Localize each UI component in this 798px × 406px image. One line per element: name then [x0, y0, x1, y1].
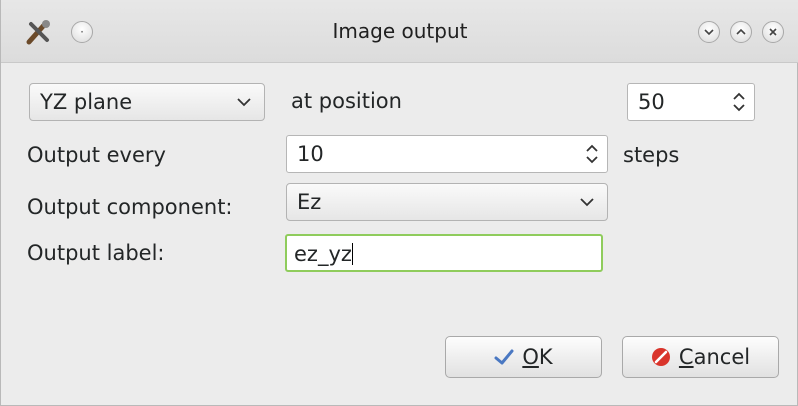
output-every-value: 10: [297, 142, 324, 166]
window-title: Image output: [332, 19, 468, 43]
steps-label: steps: [623, 143, 680, 167]
output-label-input[interactable]: ez_yz: [285, 234, 603, 272]
position-spinbox[interactable]: 50: [627, 83, 755, 121]
ok-label: OK: [522, 345, 552, 369]
plane-select-value: YZ plane: [40, 90, 133, 114]
component-select-value: Ez: [297, 190, 322, 214]
maximize-button[interactable]: [730, 21, 752, 43]
component-select[interactable]: Ez: [286, 183, 608, 221]
cancel-label: Cancel: [679, 345, 750, 369]
text-caret: [351, 243, 353, 265]
spin-arrows-icon[interactable]: [585, 143, 599, 165]
title-bar[interactable]: · Image output: [1, 0, 798, 63]
output-label-label: Output label:: [27, 241, 165, 265]
ok-mnemonic: O: [522, 345, 539, 369]
output-label-value-wrap: ez_yz: [294, 242, 353, 266]
chevron-up-icon: [736, 28, 746, 35]
at-position-label: at position: [291, 89, 402, 113]
position-value: 50: [638, 90, 665, 114]
minimize-button[interactable]: [698, 21, 720, 43]
plane-select[interactable]: YZ plane: [29, 83, 265, 121]
output-component-label: Output component:: [27, 195, 233, 219]
cancel-icon: [651, 348, 670, 366]
output-label-value: ez_yz: [294, 242, 352, 266]
spin-arrows-icon[interactable]: [732, 91, 746, 113]
cancel-button[interactable]: Cancel: [622, 336, 779, 378]
ok-label-rest: K: [538, 345, 553, 369]
close-button[interactable]: [762, 21, 784, 43]
chevron-down-icon: [580, 198, 594, 207]
output-every-label: Output every: [27, 143, 166, 167]
chevron-down-icon: [704, 29, 714, 36]
image-output-dialog: · Image output YZ plane at position 50 O…: [0, 0, 798, 406]
cancel-label-rest: ancel: [693, 345, 751, 369]
check-icon: [494, 349, 514, 365]
chevron-down-icon: [237, 98, 251, 107]
cancel-mnemonic: C: [678, 345, 694, 369]
ok-button[interactable]: OK: [445, 336, 602, 378]
output-every-spinbox[interactable]: 10: [286, 135, 608, 173]
close-icon: [769, 28, 777, 36]
